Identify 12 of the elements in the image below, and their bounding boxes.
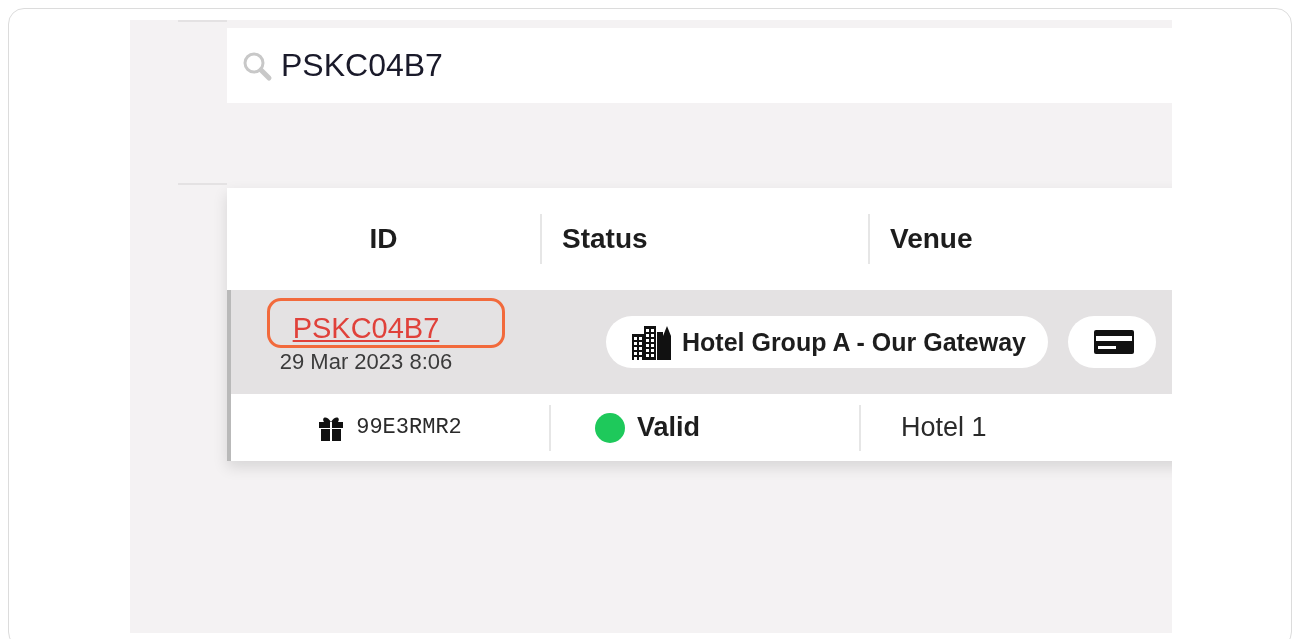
search-field[interactable]: PSKC04B7 <box>281 47 581 84</box>
date-text: 29 Mar 2023 8:06 <box>279 350 453 374</box>
payment-chip[interactable] <box>1068 316 1157 368</box>
venue-text: Hotel 1 <box>901 412 987 443</box>
voucher-code: 99E3RMR2 <box>356 415 462 440</box>
buildings-icon <box>632 324 672 360</box>
status-text: Valid <box>637 412 701 443</box>
credit-card-icon <box>1094 328 1135 356</box>
column-header[interactable]: ID <box>227 214 540 264</box>
column-header[interactable]: Status <box>540 214 868 264</box>
venue-chip[interactable]: Hotel Group A - Our Gateway <box>606 316 1049 368</box>
column-header[interactable]: Venue <box>868 214 1172 264</box>
